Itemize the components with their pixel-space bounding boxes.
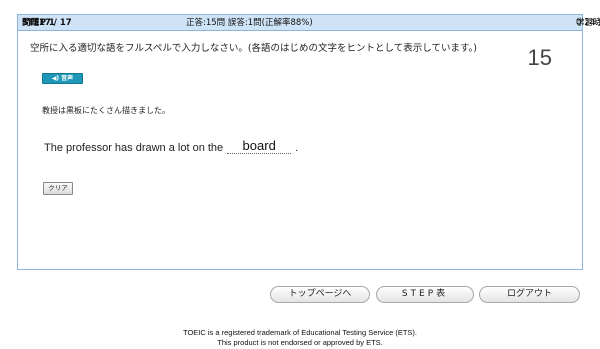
step-table-button[interactable]: STEP表 — [376, 286, 474, 303]
question-number: 問題17 / 17 — [22, 18, 72, 28]
study-time-value: 0:24:51 — [576, 18, 600, 28]
logout-button[interactable]: ログアウト — [479, 286, 580, 303]
clear-button[interactable]: クリア — [43, 182, 73, 195]
speaker-icon: ◀) — [51, 75, 60, 82]
sentence-after-blank: . — [295, 142, 299, 154]
top-page-button[interactable]: トップページへ — [270, 286, 370, 303]
answer-input[interactable] — [227, 138, 292, 154]
trademark-notice: TOEIC is a registered trademark of Educa… — [183, 328, 417, 337]
english-sentence: The professor has drawn a lot on the . — [44, 138, 298, 154]
audio-button-label: 音声 — [61, 75, 74, 82]
audio-button[interactable]: ◀) 音声 — [42, 73, 83, 84]
japanese-sentence: 教授は黒板にたくさん描きました。 — [42, 106, 170, 115]
endorsement-notice: This product is not endorsed or approved… — [217, 338, 383, 347]
sentence-before-blank: The professor has drawn a lot on the — [44, 142, 224, 154]
instruction-text: 空所に入る適切な語をフルスペルで入力しなさい。(各語のはじめの文字をヒントとして… — [30, 43, 477, 54]
question-panel: STEP 1 問題17 / 17 正答:15問 誤答:1問(正解率88%) 学習… — [17, 14, 600, 270]
status-header: STEP 1 問題17 / 17 正答:15問 誤答:1問(正解率88%) 学習… — [18, 15, 600, 31]
score-summary: 正答:15問 誤答:1問(正解率88%) — [186, 18, 313, 28]
footer: TOEIC is a registered trademark of Educa… — [0, 328, 600, 348]
countdown-number: 15 — [527, 45, 552, 70]
